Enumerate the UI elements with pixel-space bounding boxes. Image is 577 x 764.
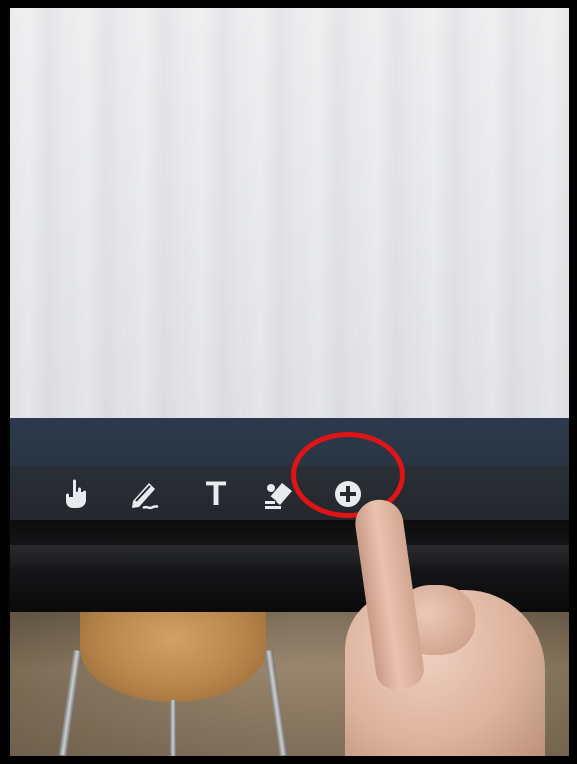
display-ledge [10,545,570,567]
display-lower-band [10,418,570,466]
stool-leg-back [170,700,176,756]
hand-pointer-icon [61,478,91,510]
text-tool-icon: T [205,475,227,513]
display-canvas[interactable] [10,8,570,418]
text-tool-button[interactable]: T [198,476,234,512]
photo-scene: T [0,0,577,764]
hand-pointer-button[interactable] [58,476,94,512]
pen-button[interactable] [126,476,162,512]
pen-icon [127,477,161,511]
